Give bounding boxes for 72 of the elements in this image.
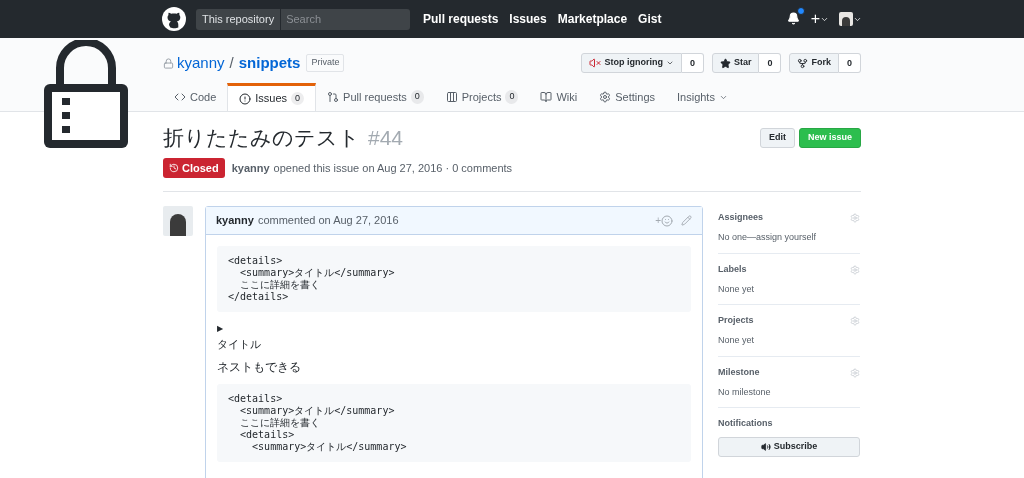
summary-text[interactable]: タイトル <box>217 337 691 351</box>
body-text: ネストもできる <box>217 360 302 375</box>
repo-tab[interactable]: Pull requests 0 <box>316 83 435 111</box>
comment-meta: commented on Aug 27, 2016 <box>257 213 399 229</box>
speaker-icon <box>760 442 771 452</box>
code-icon <box>174 91 186 103</box>
sidebar-heading: Labels <box>718 262 747 276</box>
issue-icon <box>239 92 252 105</box>
scope-label: This repository <box>196 8 282 30</box>
book-icon <box>540 91 553 103</box>
repo-tab[interactable]: Insights <box>666 83 739 111</box>
octocat-logo-icon[interactable] <box>162 7 186 31</box>
comment-author: kyanny <box>216 213 254 229</box>
star-icon <box>719 57 731 69</box>
issue-author: kyanny <box>231 160 270 176</box>
caret-icon <box>665 59 674 67</box>
tab-counter: 0 <box>505 90 519 104</box>
sidebar-value: None yet <box>718 282 756 296</box>
subscribe-button[interactable]: Subscribe <box>718 437 860 457</box>
owner-link[interactable]: kyanny <box>177 51 225 75</box>
code-block: <details> <summary>タイトル</summary> ここに詳細を書く </details> <box>217 246 691 312</box>
new-menu-button[interactable]: + <box>810 11 829 27</box>
watch-count[interactable]: 0 <box>681 53 704 73</box>
fork-icon <box>797 57 809 69</box>
nav-link[interactable]: Marketplace <box>557 10 628 28</box>
nav-link[interactable]: Gist <box>638 10 662 28</box>
notification-bell-icon[interactable] <box>786 12 800 25</box>
issue-title: 折りたたみのテスト <box>163 125 360 152</box>
muted-speaker-icon <box>589 57 602 69</box>
nav-link[interactable]: Issues <box>509 10 547 28</box>
repo-tab[interactable]: Code <box>163 83 228 111</box>
fork-count[interactable]: 0 <box>839 53 861 73</box>
watch-button[interactable]: Stop ignoring <box>581 53 682 73</box>
avatar <box>163 206 193 236</box>
disclosure-triangle-icon[interactable]: ▶ <box>217 324 691 334</box>
visibility-label: Private <box>306 54 345 72</box>
sidebar-value: None yet <box>718 334 756 347</box>
sidebar-value: No milestone <box>718 385 772 399</box>
tab-counter: 0 <box>410 90 424 104</box>
search-field[interactable]: Search <box>281 8 410 30</box>
code-block: <details> <summary>タイトル</summary> ここに詳細を書く <details> <summary>タイトル</summary> <box>217 384 691 462</box>
repo-tab[interactable]: Wiki <box>529 83 589 111</box>
sidebar-heading: Notifications <box>718 417 773 431</box>
sidebar-heading: Assignees <box>718 211 764 225</box>
nav-link[interactable]: Pull requests <box>423 10 499 28</box>
sidebar-heading: Projects <box>718 314 754 328</box>
state-badge: Closed <box>163 158 225 178</box>
fork-button[interactable]: Fork <box>789 53 839 73</box>
path-separator: / <box>229 52 234 73</box>
settings-icon[interactable] <box>850 316 860 326</box>
repo-link[interactable]: snippets <box>238 51 301 75</box>
repo-tab[interactable]: Projects 0 <box>434 83 530 111</box>
settings-icon[interactable] <box>850 264 860 275</box>
edit-button[interactable]: Edit <box>759 128 795 148</box>
issue-number: #44 <box>368 125 404 152</box>
tab-counter: 0 <box>291 91 305 106</box>
settings-icon <box>599 91 612 103</box>
star-count[interactable]: 0 <box>759 53 782 73</box>
settings-icon[interactable] <box>850 213 860 223</box>
settings-icon[interactable] <box>850 367 860 378</box>
issue-meta: opened this issue on Aug 27, 2016 · 0 comments <box>273 160 513 176</box>
profile-menu-button[interactable] <box>839 12 862 26</box>
pull-request-icon <box>327 91 340 103</box>
project-board-icon <box>445 91 458 103</box>
lock-icon <box>163 57 174 69</box>
repo-tab[interactable]: Issues 0 <box>227 83 317 111</box>
star-button[interactable]: Star <box>711 53 760 73</box>
repo-tab[interactable]: Settings <box>588 83 666 111</box>
edit-icon[interactable] <box>681 215 692 226</box>
sidebar-value: No one—assign yourself <box>718 231 818 244</box>
sidebar-heading: Milestone <box>718 365 760 379</box>
closed-icon <box>169 163 179 173</box>
